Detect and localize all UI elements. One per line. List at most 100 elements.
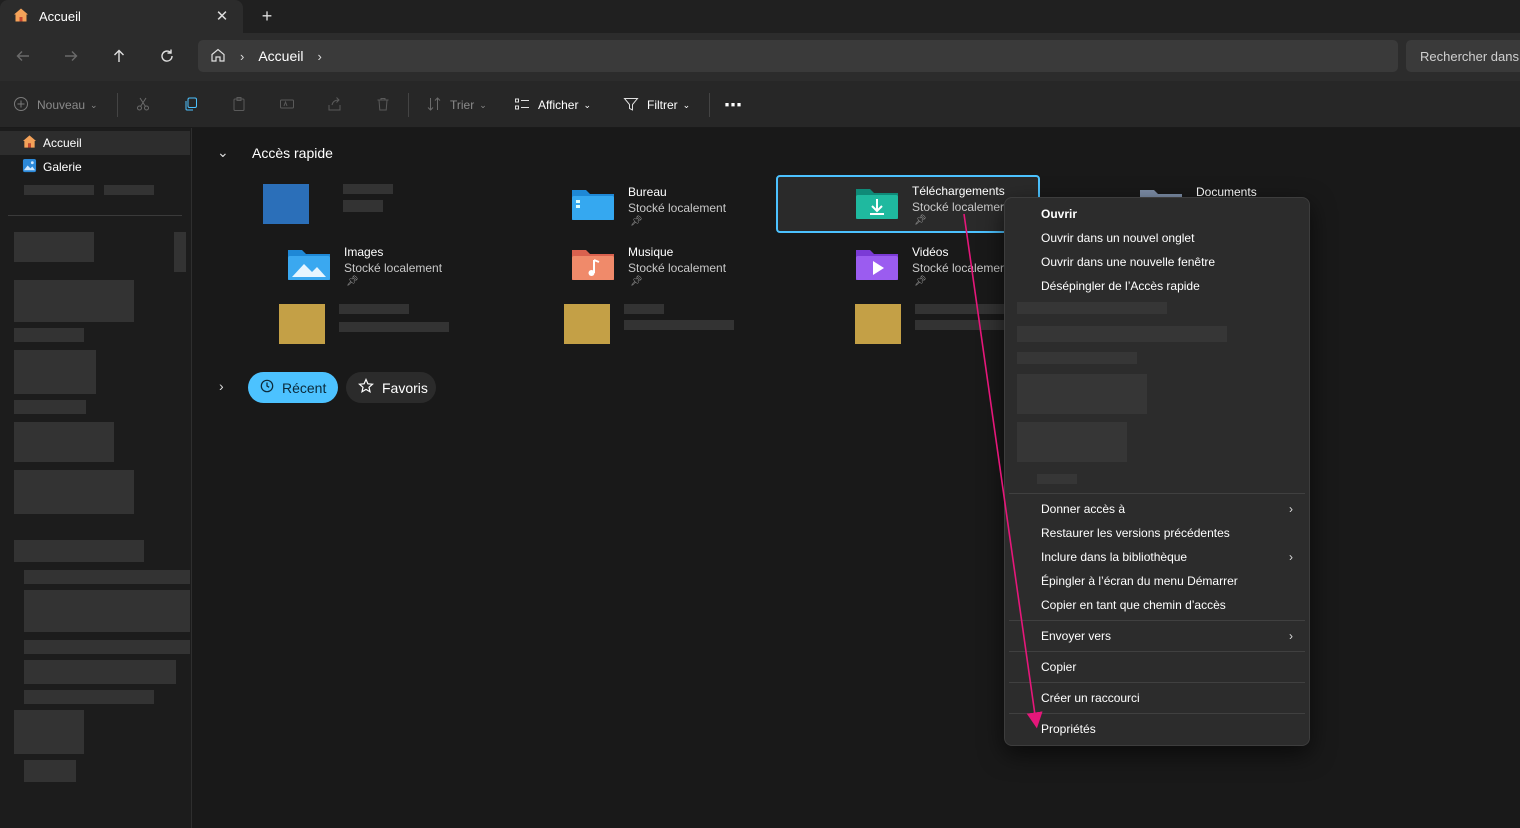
favorites-tab[interactable]: Favoris bbox=[346, 372, 436, 403]
menu-item-include-library[interactable]: Inclure dans la bibliothèque bbox=[1041, 550, 1187, 564]
recent-tab[interactable]: Récent bbox=[248, 372, 338, 403]
new-button[interactable]: Nouveau ⌄ bbox=[13, 93, 98, 117]
tab-accueil[interactable]: Accueil ✕ bbox=[0, 0, 243, 33]
more-options-button[interactable]: ⋯ bbox=[724, 93, 742, 117]
recent-label: Récent bbox=[282, 379, 327, 396]
breadcrumb-separator[interactable]: › bbox=[240, 49, 244, 64]
downloads-folder-icon bbox=[854, 183, 900, 223]
menu-separator bbox=[1009, 493, 1305, 494]
menu-item-copy[interactable]: Copier bbox=[1041, 660, 1076, 674]
item-name: Musique bbox=[628, 245, 674, 259]
share-icon bbox=[327, 96, 343, 115]
forward-button[interactable] bbox=[56, 42, 86, 72]
menu-item-unpin-quick-access[interactable]: Désépingler de l’Accès rapide bbox=[1041, 279, 1200, 293]
chevron-down-icon: ⌄ bbox=[90, 99, 98, 110]
main-content: ⌄ Accès rapide Bureau Stocké localement … bbox=[193, 128, 1520, 828]
redacted-menu-item bbox=[1017, 302, 1167, 314]
menu-item-properties[interactable]: Propriétés bbox=[1041, 722, 1096, 736]
redacted-item bbox=[24, 570, 190, 584]
filter-icon bbox=[623, 96, 639, 115]
redacted-item bbox=[104, 185, 154, 195]
redacted-text bbox=[343, 200, 383, 212]
search-input[interactable]: Rechercher dans bbox=[1406, 40, 1520, 72]
menu-item-send-to[interactable]: Envoyer vers bbox=[1041, 629, 1111, 643]
share-button[interactable] bbox=[327, 93, 343, 117]
trash-icon bbox=[375, 96, 391, 115]
redacted-item bbox=[24, 760, 76, 782]
redacted-menu-item bbox=[1017, 326, 1227, 342]
redacted-text bbox=[339, 304, 409, 314]
view-button[interactable]: Afficher ⌄ bbox=[514, 93, 591, 117]
quick-access-item[interactable]: Images Stocké localement 📌︎ bbox=[276, 238, 486, 296]
redacted-item bbox=[14, 470, 134, 514]
breadcrumb-chevron[interactable]: › bbox=[317, 49, 321, 64]
quick-access-item-selected[interactable]: Téléchargements Stocké localemer 📌︎ bbox=[776, 175, 1040, 233]
redacted-item bbox=[14, 422, 114, 462]
close-tab-button[interactable]: ✕ bbox=[210, 4, 234, 28]
filter-label: Filtrer bbox=[647, 98, 678, 112]
redacted-thumbnail bbox=[263, 184, 309, 224]
menu-item-open[interactable]: Ouvrir bbox=[1041, 207, 1077, 221]
filter-button[interactable]: Filtrer ⌄ bbox=[623, 93, 690, 117]
tab-bar: Accueil ✕ + bbox=[0, 0, 1520, 33]
view-label: Afficher bbox=[538, 98, 579, 112]
quick-access-item[interactable] bbox=[253, 298, 453, 356]
redacted-item bbox=[14, 710, 84, 754]
quick-access-item[interactable] bbox=[538, 298, 748, 356]
redacted-item bbox=[14, 350, 96, 394]
menu-item-copy-path[interactable]: Copier en tant que chemin d’accès bbox=[1041, 598, 1226, 612]
sidebar-item-accueil[interactable]: Accueil bbox=[0, 131, 190, 155]
menu-item-open-new-tab[interactable]: Ouvrir dans un nouvel onglet bbox=[1041, 231, 1194, 245]
new-tab-button[interactable]: + bbox=[255, 4, 279, 28]
menu-separator bbox=[1009, 682, 1305, 683]
sidebar-item-galerie[interactable]: Galerie bbox=[0, 155, 190, 179]
quick-access-item[interactable] bbox=[253, 178, 473, 236]
quick-access-item[interactable]: Vidéos Stocké localemer 📌︎ bbox=[844, 238, 1014, 296]
folder-icon bbox=[279, 304, 325, 344]
redacted-menu-item bbox=[1017, 374, 1147, 414]
paste-button[interactable] bbox=[231, 93, 247, 117]
clock-icon bbox=[260, 379, 274, 396]
collapse-chevron-icon[interactable]: ⌄ bbox=[217, 144, 229, 161]
redacted-item bbox=[24, 660, 176, 684]
menu-item-create-shortcut[interactable]: Créer un raccourci bbox=[1041, 691, 1140, 705]
arrow-up-icon bbox=[111, 48, 127, 67]
refresh-button[interactable] bbox=[152, 42, 182, 72]
submenu-arrow-icon: › bbox=[1289, 629, 1293, 643]
quick-access-item[interactable] bbox=[829, 298, 1009, 356]
menu-item-restore-versions[interactable]: Restaurer les versions précédentes bbox=[1041, 526, 1230, 540]
item-subtitle: Stocké localemer bbox=[912, 261, 1005, 275]
menu-item-give-access[interactable]: Donner accès à bbox=[1041, 502, 1125, 516]
rename-button[interactable] bbox=[279, 93, 295, 117]
quick-access-item[interactable]: Bureau Stocké localement 📌︎ bbox=[560, 178, 770, 236]
item-subtitle: Stocké localement bbox=[628, 201, 727, 215]
menu-separator bbox=[1009, 651, 1305, 652]
up-button[interactable] bbox=[104, 42, 134, 72]
expand-chevron-icon[interactable]: › bbox=[219, 378, 224, 394]
address-bar[interactable]: › Accueil › bbox=[198, 40, 1398, 72]
new-label: Nouveau bbox=[37, 98, 86, 112]
section-title: Accès rapide bbox=[252, 145, 333, 161]
sort-icon bbox=[426, 96, 442, 115]
redacted-item bbox=[14, 540, 144, 562]
breadcrumb-accueil[interactable]: Accueil bbox=[258, 48, 303, 64]
quick-access-item[interactable]: Musique Stocké localement 📌︎ bbox=[560, 238, 770, 296]
sort-button[interactable]: Trier ⌄ bbox=[426, 93, 487, 117]
copy-button[interactable] bbox=[183, 93, 199, 117]
delete-button[interactable] bbox=[375, 93, 391, 117]
toolbar-divider bbox=[117, 93, 118, 117]
sort-label: Trier bbox=[450, 98, 475, 112]
redacted-text bbox=[624, 304, 664, 314]
cut-button[interactable] bbox=[135, 93, 151, 117]
redacted-item bbox=[24, 590, 190, 632]
menu-item-pin-start[interactable]: Épingler à l’écran du menu Démarrer bbox=[1041, 574, 1238, 588]
tab-title: Accueil bbox=[39, 9, 81, 24]
back-button[interactable] bbox=[8, 42, 38, 72]
redacted-menu-item bbox=[1017, 352, 1137, 364]
menu-item-open-new-window[interactable]: Ouvrir dans une nouvelle fenêtre bbox=[1041, 255, 1215, 269]
context-menu: Ouvrir Ouvrir dans un nouvel onglet Ouvr… bbox=[1004, 197, 1310, 746]
folder-icon bbox=[855, 304, 901, 344]
scissors-icon bbox=[135, 96, 151, 115]
sidebar-item-label: Galerie bbox=[43, 160, 82, 174]
redacted-item bbox=[24, 640, 190, 654]
